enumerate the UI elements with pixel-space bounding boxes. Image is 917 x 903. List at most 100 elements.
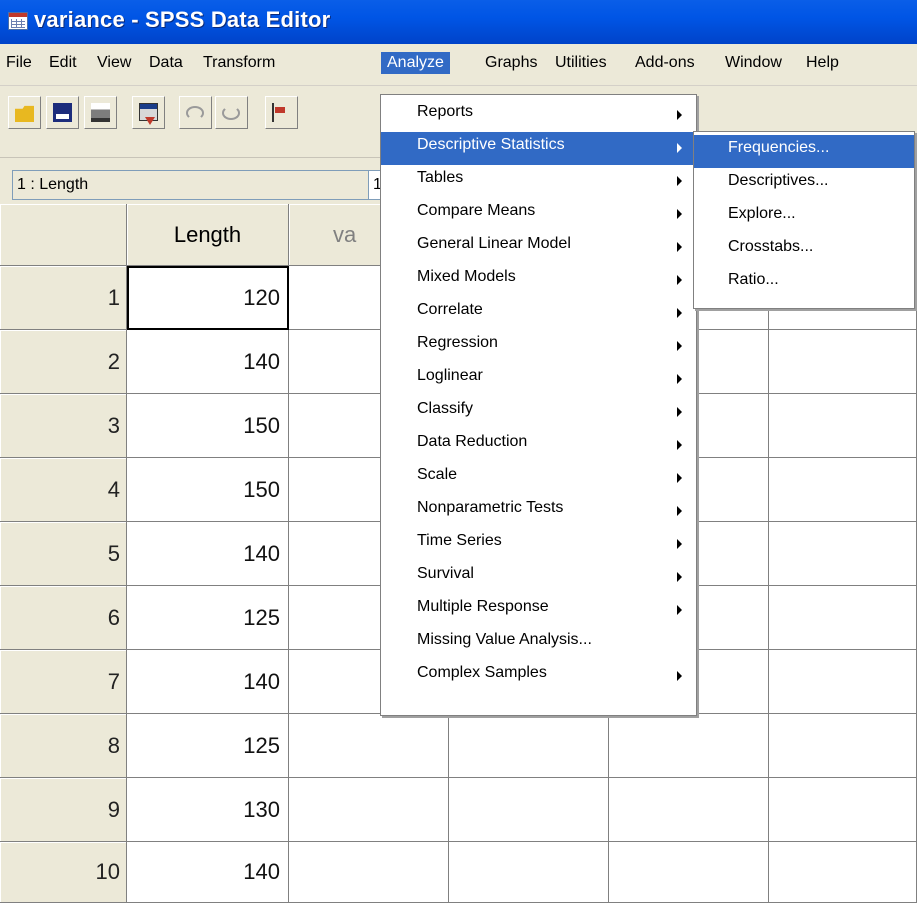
grid-corner[interactable] bbox=[0, 204, 127, 266]
menu-item-time-series[interactable]: Time Series bbox=[381, 528, 696, 561]
menu-item-general-linear-model[interactable]: General Linear Model bbox=[381, 231, 696, 264]
menu-item-crosstabs[interactable]: Crosstabs... bbox=[694, 234, 914, 267]
menu-add-ons[interactable]: Add-ons bbox=[629, 52, 701, 74]
menu-item-descriptives[interactable]: Descriptives... bbox=[694, 168, 914, 201]
menu-edit[interactable]: Edit bbox=[43, 52, 83, 74]
data-cell[interactable] bbox=[289, 714, 449, 778]
submenu-arrow-icon bbox=[677, 671, 682, 681]
menu-item-label: Regression bbox=[417, 334, 498, 351]
menu-item-correlate[interactable]: Correlate bbox=[381, 297, 696, 330]
column-header-length[interactable]: Length bbox=[127, 204, 289, 266]
menu-item-explore[interactable]: Explore... bbox=[694, 201, 914, 234]
row-header[interactable]: 7 bbox=[0, 650, 127, 714]
row-header[interactable]: 9 bbox=[0, 778, 127, 842]
data-cell[interactable] bbox=[289, 842, 449, 903]
menu-window[interactable]: Window bbox=[719, 52, 788, 74]
submenu-arrow-icon bbox=[677, 275, 682, 285]
row-header[interactable]: 10 bbox=[0, 842, 127, 903]
row-header[interactable]: 1 bbox=[0, 266, 127, 330]
menu-item-label: Mixed Models bbox=[417, 268, 516, 285]
menu-item-mixed-models[interactable]: Mixed Models bbox=[381, 264, 696, 297]
data-cell[interactable]: 150 bbox=[127, 458, 289, 522]
data-cell[interactable]: 140 bbox=[127, 330, 289, 394]
print-icon[interactable] bbox=[84, 96, 117, 129]
data-cell[interactable] bbox=[769, 522, 917, 586]
menu-item-regression[interactable]: Regression bbox=[381, 330, 696, 363]
menu-item-ratio[interactable]: Ratio... bbox=[694, 267, 914, 300]
data-cell[interactable]: 125 bbox=[127, 586, 289, 650]
submenu-arrow-icon bbox=[677, 473, 682, 483]
data-cell[interactable] bbox=[769, 330, 917, 394]
data-cell[interactable]: 140 bbox=[127, 522, 289, 586]
data-cell[interactable] bbox=[449, 714, 609, 778]
menu-utilities[interactable]: Utilities bbox=[549, 52, 613, 74]
menu-item-label: Nonparametric Tests bbox=[417, 499, 564, 516]
row-header[interactable]: 5 bbox=[0, 522, 127, 586]
submenu-arrow-icon bbox=[677, 143, 682, 153]
menu-view[interactable]: View bbox=[91, 52, 137, 74]
data-cell[interactable] bbox=[449, 842, 609, 903]
redo-icon[interactable] bbox=[215, 96, 248, 129]
row-header[interactable]: 4 bbox=[0, 458, 127, 522]
data-cell[interactable] bbox=[769, 714, 917, 778]
menu-item-scale[interactable]: Scale bbox=[381, 462, 696, 495]
data-cell[interactable]: 125 bbox=[127, 714, 289, 778]
open-file-icon[interactable] bbox=[8, 96, 41, 129]
menu-item-tables[interactable]: Tables bbox=[381, 165, 696, 198]
data-cell[interactable] bbox=[769, 650, 917, 714]
menu-item-label: Classify bbox=[417, 400, 474, 417]
menu-transform[interactable]: Transform bbox=[197, 52, 281, 74]
menu-item-label: General Linear Model bbox=[417, 235, 571, 252]
menu-item-label: Descriptive Statistics bbox=[417, 136, 565, 153]
data-cell[interactable] bbox=[769, 394, 917, 458]
menu-item-reports[interactable]: Reports bbox=[381, 99, 696, 132]
menu-item-loglinear[interactable]: Loglinear bbox=[381, 363, 696, 396]
data-cell[interactable]: 140 bbox=[127, 842, 289, 903]
menu-bar: File Edit View Data Transform Analyze Gr… bbox=[0, 44, 917, 86]
menu-item-data-reduction[interactable]: Data Reduction bbox=[381, 429, 696, 462]
data-cell[interactable] bbox=[609, 714, 769, 778]
data-cell[interactable] bbox=[609, 778, 769, 842]
menu-item-label: Loglinear bbox=[417, 367, 483, 384]
menu-analyze[interactable]: Analyze bbox=[381, 52, 450, 74]
data-cell[interactable] bbox=[769, 842, 917, 903]
menu-data[interactable]: Data bbox=[143, 52, 189, 74]
menu-item-survival[interactable]: Survival bbox=[381, 561, 696, 594]
row-header[interactable]: 8 bbox=[0, 714, 127, 778]
menu-item-label: Reports bbox=[417, 103, 474, 120]
data-cell[interactable] bbox=[769, 458, 917, 522]
menu-item-frequencies[interactable]: Frequencies... bbox=[694, 135, 914, 168]
data-cell[interactable] bbox=[769, 778, 917, 842]
data-cell[interactable]: 120 bbox=[127, 266, 289, 330]
submenu-arrow-icon bbox=[677, 176, 682, 186]
submenu-arrow-icon bbox=[677, 308, 682, 318]
menu-item-multiple-response[interactable]: Multiple Response bbox=[381, 594, 696, 627]
data-cell[interactable] bbox=[769, 586, 917, 650]
data-cell[interactable]: 140 bbox=[127, 650, 289, 714]
menu-item-label: Tables bbox=[417, 169, 464, 186]
menu-item-descriptive-statistics[interactable]: Descriptive Statistics bbox=[381, 132, 696, 165]
data-cell[interactable] bbox=[449, 778, 609, 842]
data-cell[interactable] bbox=[609, 842, 769, 903]
menu-item-classify[interactable]: Classify bbox=[381, 396, 696, 429]
menu-item-nonparametric-tests[interactable]: Nonparametric Tests bbox=[381, 495, 696, 528]
save-icon[interactable] bbox=[46, 96, 79, 129]
data-cell[interactable] bbox=[289, 778, 449, 842]
dialog-recall-icon[interactable] bbox=[132, 96, 165, 129]
menu-graphs[interactable]: Graphs bbox=[479, 52, 543, 74]
title-bar[interactable]: variance - SPSS Data Editor bbox=[0, 0, 917, 44]
goto-case-icon[interactable] bbox=[265, 96, 298, 129]
menu-item-compare-means[interactable]: Compare Means bbox=[381, 198, 696, 231]
menu-item-missing-value-analysis[interactable]: Missing Value Analysis... bbox=[381, 627, 696, 660]
submenu-arrow-icon bbox=[677, 110, 682, 120]
row-header[interactable]: 3 bbox=[0, 394, 127, 458]
menu-help[interactable]: Help bbox=[800, 52, 845, 74]
data-cell[interactable]: 150 bbox=[127, 394, 289, 458]
menu-file[interactable]: File bbox=[0, 52, 38, 74]
row-header[interactable]: 6 bbox=[0, 586, 127, 650]
menu-item-complex-samples[interactable]: Complex Samples bbox=[381, 660, 696, 693]
row-header[interactable]: 2 bbox=[0, 330, 127, 394]
undo-icon[interactable] bbox=[179, 96, 212, 129]
data-cell[interactable]: 130 bbox=[127, 778, 289, 842]
cell-reference-field[interactable]: 1 : Length bbox=[12, 170, 374, 200]
